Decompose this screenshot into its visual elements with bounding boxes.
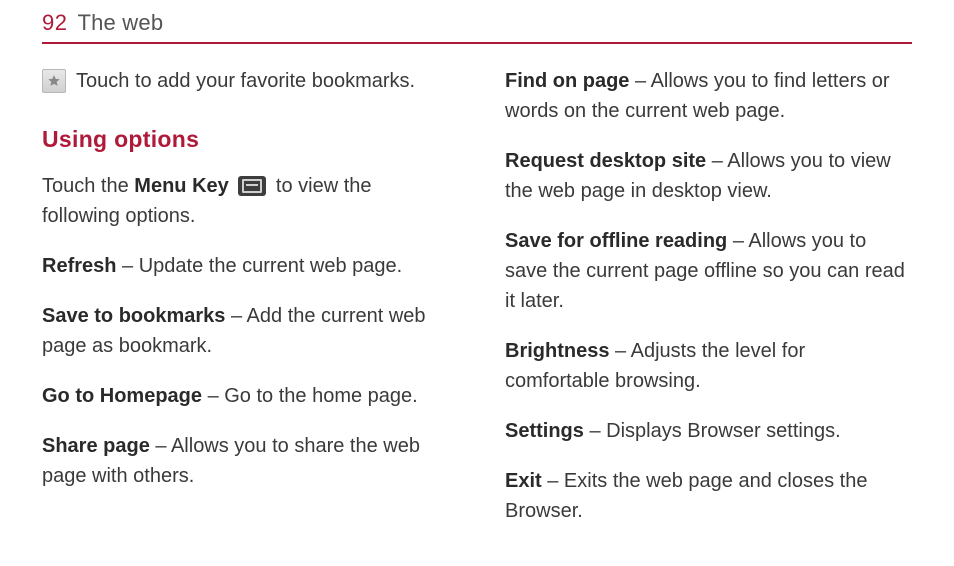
option-item: Go to Homepage – Go to the home page. — [42, 381, 449, 411]
option-term: Brightness — [505, 340, 609, 362]
option-desc: – Displays Browser settings. — [584, 420, 841, 442]
manual-page: 92 The web Touch to add your favorite bo… — [0, 0, 954, 566]
bookmark-tip-text: Touch to add your favorite bookmarks. — [76, 66, 415, 96]
option-term: Request desktop site — [505, 150, 706, 172]
bookmark-tip-row: Touch to add your favorite bookmarks. — [42, 66, 449, 96]
option-item: Save for offline reading – Allows you to… — [505, 226, 912, 316]
option-term: Save for offline reading — [505, 230, 727, 252]
option-term: Exit — [505, 470, 542, 492]
option-item: Request desktop site – Allows you to vie… — [505, 146, 912, 206]
option-item: Share page – Allows you to share the web… — [42, 431, 449, 491]
page-number: 92 — [42, 10, 67, 36]
page-header: 92 The web — [42, 10, 912, 44]
intro-paragraph: Touch the Menu Key to view the following… — [42, 171, 449, 231]
option-term: Refresh — [42, 255, 116, 277]
page-title: The web — [77, 10, 163, 36]
option-item: Settings – Displays Browser settings. — [505, 416, 912, 446]
menu-key-label: Menu Key — [134, 175, 228, 197]
option-item: Refresh – Update the current web page. — [42, 251, 449, 281]
option-term: Save to bookmarks — [42, 305, 225, 327]
option-item: Exit – Exits the web page and closes the… — [505, 466, 912, 526]
option-item: Find on page – Allows you to find letter… — [505, 66, 912, 126]
option-item: Brightness – Adjusts the level for comfo… — [505, 336, 912, 396]
menu-key-icon — [238, 176, 266, 196]
option-desc: – Update the current web page. — [116, 255, 402, 277]
option-term: Find on page — [505, 70, 629, 92]
option-item: Save to bookmarks – Add the current web … — [42, 301, 449, 361]
intro-text-pre: Touch the — [42, 175, 134, 197]
right-column: Find on page – Allows you to find letter… — [505, 66, 912, 546]
option-term: Go to Homepage — [42, 385, 202, 407]
option-desc: – Exits the web page and closes the Brow… — [505, 470, 867, 522]
left-column: Touch to add your favorite bookmarks. Us… — [42, 66, 449, 546]
option-term: Settings — [505, 420, 584, 442]
star-icon — [42, 69, 66, 93]
section-heading: Using options — [42, 122, 449, 157]
option-desc: – Go to the home page. — [202, 385, 418, 407]
content-columns: Touch to add your favorite bookmarks. Us… — [42, 66, 912, 546]
option-term: Share page — [42, 435, 150, 457]
